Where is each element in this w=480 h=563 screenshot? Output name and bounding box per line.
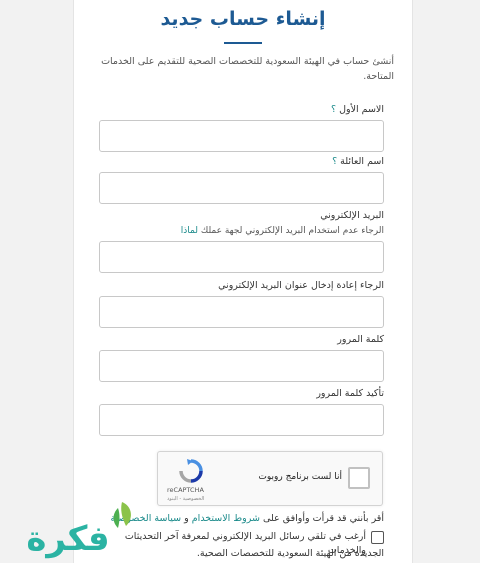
- first-name-help-icon[interactable]: ؟: [331, 104, 336, 115]
- email-confirm-label: الرجاء إعادة إدخال عنوان البريد الإلكترو…: [218, 280, 384, 291]
- newsletter-checkbox[interactable]: [371, 531, 384, 544]
- email-confirm-field[interactable]: [99, 296, 384, 328]
- family-name-help-icon[interactable]: ؟: [332, 156, 337, 167]
- family-name-label-text: اسم العائلة: [340, 156, 384, 167]
- recaptcha-privacy-link[interactable]: الخصوصية: [183, 496, 205, 502]
- recaptcha-logo-icon: [179, 459, 203, 483]
- recaptcha-links: الخصوصية - البنود: [167, 496, 204, 502]
- password-confirm-field[interactable]: [99, 404, 384, 436]
- recaptcha-checkbox[interactable]: [348, 467, 370, 489]
- why-link[interactable]: لماذا: [181, 226, 198, 236]
- password-field[interactable]: [99, 350, 384, 382]
- email-field[interactable]: [99, 241, 384, 273]
- password-confirm-label: تأكيد كلمة المرور: [316, 388, 384, 399]
- intro-text: أنشئ حساب في الهيئة السعودية للتخصصات ال…: [101, 56, 394, 82]
- first-name-label: الاسم الأول ؟: [98, 103, 384, 117]
- family-name-field[interactable]: [99, 172, 384, 204]
- first-name-field[interactable]: [99, 120, 384, 152]
- recaptcha-brand: reCAPTCHA: [167, 486, 204, 494]
- page-title: إنشاء حساب جديد: [160, 8, 326, 30]
- watermark-text: فكرة: [26, 519, 109, 559]
- recaptcha-label: أنا لست برنامج روبوت: [258, 472, 342, 482]
- signup-card: إنشاء حساب جديد أنشئ حساب في الهيئة السع…: [73, 0, 413, 563]
- email-note: الرجاء عدم استخدام البريد الإلكتروني لجه…: [98, 224, 384, 238]
- email-label: البريد الإلكتروني: [320, 210, 384, 221]
- email-note-text: الرجاء عدم استخدام البريد الإلكتروني لجه…: [200, 226, 384, 236]
- title-underline: [224, 42, 262, 44]
- first-name-label-text: الاسم الأول: [339, 104, 384, 115]
- recaptcha-widget: أنا لست برنامج روبوت reCAPTCHA الخصوصية …: [157, 451, 383, 506]
- terms-of-use-link[interactable]: شروط الاستخدام: [192, 513, 260, 524]
- family-name-label: اسم العائلة ؟: [98, 155, 384, 169]
- password-label: كلمة المرور: [337, 334, 384, 345]
- terms-prefix: أقر بأنني قد قرأت وأوافق على: [262, 513, 384, 524]
- terms-conjunction: و: [184, 513, 189, 524]
- recaptcha-terms-link[interactable]: البنود: [167, 496, 178, 502]
- fikra-watermark-logo: فكرة: [26, 502, 131, 559]
